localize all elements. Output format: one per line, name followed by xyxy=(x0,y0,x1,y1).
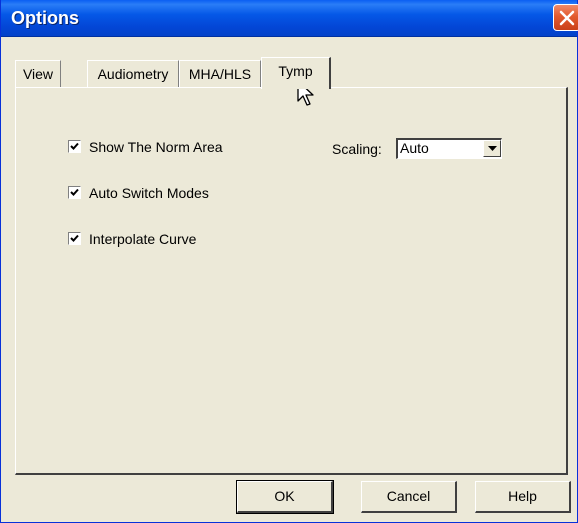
checkbox-box[interactable] xyxy=(68,232,81,245)
title-bar[interactable]: Options xyxy=(1,0,578,37)
check-icon xyxy=(70,188,79,196)
ok-button[interactable]: OK xyxy=(236,480,334,514)
scaling-label: Scaling: xyxy=(332,141,382,157)
window-title: Options xyxy=(11,8,79,28)
close-button[interactable] xyxy=(553,4,578,31)
check-icon xyxy=(70,142,79,150)
tab-view[interactable]: View xyxy=(15,60,61,87)
tab-mha-hls[interactable]: MHA/HLS xyxy=(179,60,261,87)
scaling-value: Auto xyxy=(400,140,429,156)
help-button[interactable]: Help xyxy=(475,481,571,513)
tab-audiometry[interactable]: Audiometry xyxy=(87,60,179,87)
chevron-down-icon xyxy=(488,146,497,151)
cancel-button[interactable]: Cancel xyxy=(361,481,457,513)
tymp-tab-panel: Show The Norm Area Auto Switch Modes Int… xyxy=(15,87,568,475)
tab-tymp[interactable]: Tymp xyxy=(261,57,331,89)
options-dialog: Options View Audiometry MHA/HLS Tymp Sho… xyxy=(0,0,578,523)
dropdown-button[interactable] xyxy=(483,140,501,157)
close-icon xyxy=(559,10,575,26)
checkbox-box[interactable] xyxy=(68,140,81,153)
check-icon xyxy=(70,234,79,242)
scaling-dropdown[interactable]: Auto xyxy=(396,138,502,159)
checkbox-box[interactable] xyxy=(68,186,81,199)
